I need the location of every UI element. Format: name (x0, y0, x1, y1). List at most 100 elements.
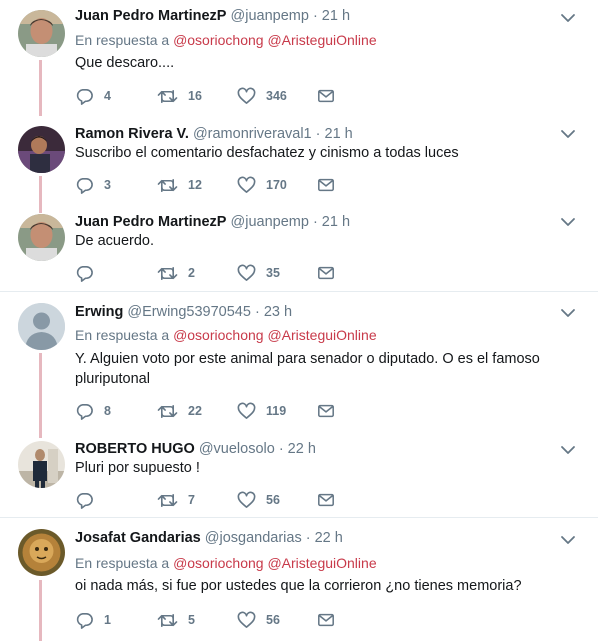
reply-button[interactable] (75, 490, 94, 510)
avatar[interactable] (18, 10, 65, 57)
retweet-button[interactable]: 5 (157, 610, 195, 630)
tweet-time[interactable]: · 21 h (313, 8, 350, 24)
mention-link[interactable]: @AristeguiOnline (267, 327, 376, 343)
tweet-header: Juan Pedro MartinezP @juanpemp · 21 h (75, 7, 350, 25)
user-name[interactable]: Ramon Rivera V. (75, 126, 189, 142)
envelope-icon (317, 402, 335, 420)
user-handle[interactable]: @juanpemp (231, 214, 309, 230)
like-count: 170 (266, 178, 287, 192)
heart-icon (237, 611, 256, 630)
user-handle[interactable]: @vuelosolo (199, 441, 275, 457)
tweet[interactable]: ROBERTO HUGO @vuelosolo · 22 h Pluri por… (0, 432, 598, 518)
retweet-button[interactable]: 22 (157, 401, 202, 421)
reply-button[interactable]: 8 (75, 401, 111, 421)
user-name[interactable]: Juan Pedro MartinezP (75, 214, 226, 230)
retweet-icon (157, 87, 178, 106)
reply-button[interactable] (75, 263, 94, 283)
envelope-icon (317, 87, 335, 105)
user-name[interactable]: Erwing (75, 304, 123, 320)
like-button[interactable]: 119 (237, 401, 286, 421)
reply-context: En respuesta a @osoriochong @AristeguiOn… (75, 326, 377, 344)
mention-link[interactable]: @osoriochong (173, 327, 264, 343)
user-handle[interactable]: @ramonriveraval1 (193, 126, 312, 142)
retweet-button[interactable]: 7 (157, 490, 195, 510)
like-count: 119 (266, 404, 287, 418)
reply-count: 1 (104, 613, 111, 627)
reply-prefix: En respuesta a (75, 327, 170, 343)
dm-button[interactable] (317, 263, 335, 283)
reply-icon (75, 402, 94, 421)
dm-button[interactable] (317, 490, 335, 510)
reply-icon (75, 611, 94, 630)
avatar[interactable] (18, 214, 65, 261)
reply-icon (75, 176, 94, 195)
tweet-time[interactable]: · 22 h (279, 441, 316, 457)
envelope-icon (317, 176, 335, 194)
user-handle[interactable]: @juanpemp (231, 8, 309, 24)
tweet-text: Pluri por supuesto ! (75, 460, 200, 476)
reply-context: En respuesta a @osoriochong @AristeguiOn… (75, 31, 377, 49)
envelope-icon (317, 611, 335, 629)
avatar[interactable] (18, 441, 65, 488)
like-button[interactable]: 346 (237, 86, 287, 106)
mention-link[interactable]: @AristeguiOnline (267, 32, 376, 48)
dm-button[interactable] (317, 86, 335, 106)
avatar[interactable] (18, 529, 65, 576)
retweet-button[interactable]: 2 (157, 263, 195, 283)
tweet[interactable]: Juan Pedro MartinezP @juanpemp · 21 h En… (0, 0, 598, 120)
tweet[interactable]: Ramon Rivera V. @ramonriveraval1 · 21 h … (0, 118, 598, 208)
chevron-down-icon[interactable] (560, 307, 576, 319)
mention-link[interactable]: @osoriochong (173, 32, 264, 48)
reply-count: 4 (104, 89, 111, 103)
chevron-down-icon[interactable] (560, 444, 576, 456)
like-count: 56 (266, 493, 280, 507)
tweet-time[interactable]: · 21 h (313, 214, 350, 230)
user-name[interactable]: Josafat Gandarias (75, 530, 201, 546)
retweet-button[interactable]: 12 (157, 175, 202, 195)
avatar[interactable] (18, 126, 65, 173)
chevron-down-icon[interactable] (560, 12, 576, 24)
reply-button[interactable]: 3 (75, 175, 111, 195)
reply-button[interactable]: 4 (75, 86, 111, 106)
dm-button[interactable] (317, 175, 335, 195)
tweet[interactable]: Josafat Gandarias @josgandarias · 22 h E… (0, 518, 598, 641)
heart-icon (237, 402, 256, 421)
retweet-count: 22 (188, 404, 202, 418)
retweet-button[interactable]: 16 (157, 86, 202, 106)
chevron-down-icon[interactable] (560, 534, 576, 546)
chevron-down-icon[interactable] (560, 128, 576, 140)
tweet-time[interactable]: · 23 h (255, 304, 292, 320)
reply-count: 8 (104, 404, 111, 418)
retweet-icon (157, 176, 178, 195)
reply-button[interactable]: 1 (75, 610, 111, 630)
tweet[interactable]: Juan Pedro MartinezP @juanpemp · 21 h De… (0, 206, 598, 292)
avatar[interactable] (18, 303, 65, 350)
user-name[interactable]: ROBERTO HUGO (75, 441, 195, 457)
tweet-header: Ramon Rivera V. @ramonriveraval1 · 21 h (75, 125, 353, 143)
envelope-icon (317, 491, 335, 509)
chevron-down-icon[interactable] (560, 216, 576, 228)
retweet-icon (157, 402, 178, 421)
tweet-actions: 3 12 170 (75, 175, 475, 195)
like-button[interactable]: 56 (237, 610, 280, 630)
tweet-actions: 4 16 346 (75, 86, 475, 106)
tweet-text: Que descaro.... (75, 55, 175, 71)
tweet-time[interactable]: · 21 h (316, 126, 353, 142)
mention-link[interactable]: @AristeguiOnline (267, 555, 376, 571)
user-name[interactable]: Juan Pedro MartinezP (75, 8, 226, 24)
like-button[interactable]: 56 (237, 490, 280, 510)
tweet[interactable]: Erwing @Erwing53970545 · 23 h En respues… (0, 292, 598, 432)
user-handle[interactable]: @Erwing53970545 (127, 304, 251, 320)
tweet-actions: 8 22 119 (75, 401, 475, 421)
like-button[interactable]: 170 (237, 175, 287, 195)
tweet-time[interactable]: · 22 h (306, 530, 343, 546)
like-button[interactable]: 35 (237, 263, 280, 283)
tweet-actions: 7 56 (75, 490, 475, 510)
dm-button[interactable] (317, 610, 335, 630)
retweet-count: 16 (188, 89, 202, 103)
tweet-text: Y. Alguien voto por este animal para sen… (75, 349, 545, 389)
like-count: 35 (266, 266, 280, 280)
user-handle[interactable]: @josgandarias (205, 530, 302, 546)
dm-button[interactable] (317, 401, 335, 421)
mention-link[interactable]: @osoriochong (173, 555, 264, 571)
